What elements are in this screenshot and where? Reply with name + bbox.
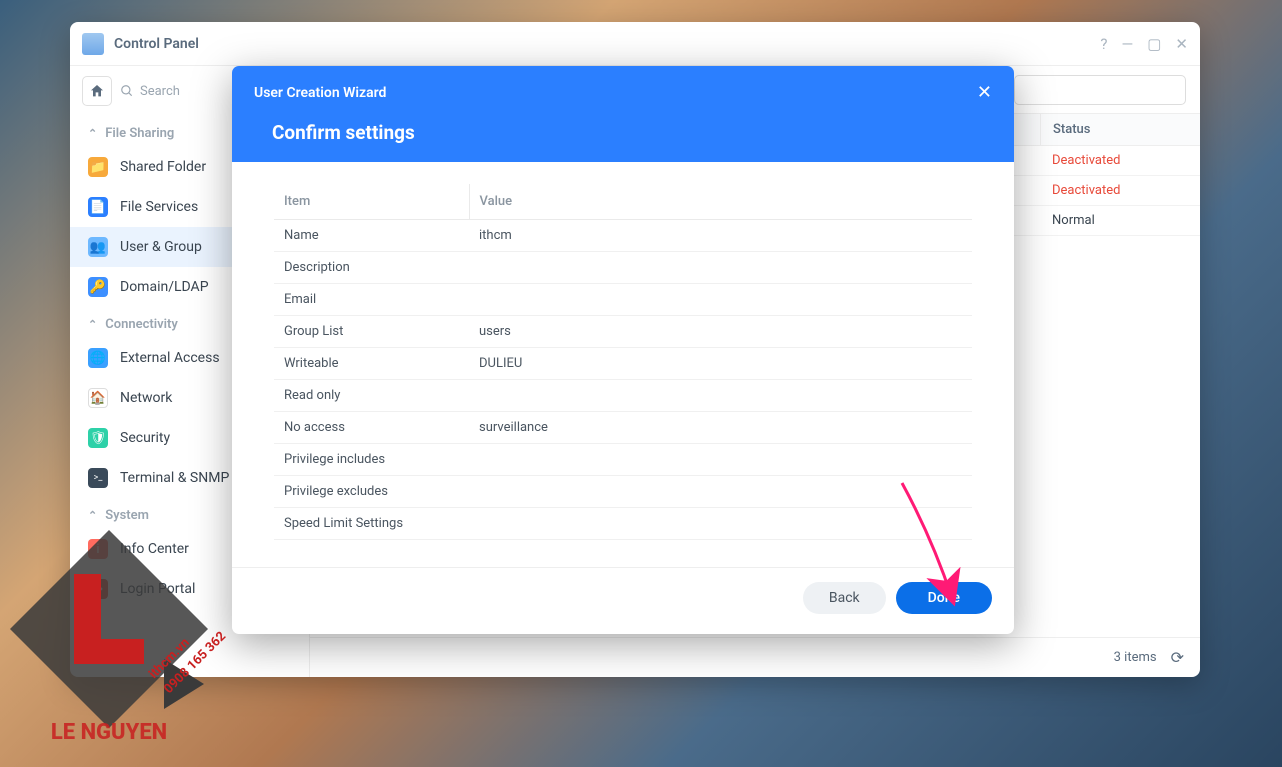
window-header: Control Panel ? — ▢ ✕	[70, 22, 1200, 66]
table-row: No accesssurveillance	[274, 412, 972, 444]
maximize-icon[interactable]: ▢	[1147, 35, 1161, 53]
external-access-icon: 🌐	[88, 348, 108, 368]
value-cell: DULIEU	[469, 348, 972, 380]
modal-close-icon[interactable]: ✕	[977, 82, 992, 103]
main-footer: 3 items ⟳	[310, 637, 1200, 677]
table-row: Privilege includes	[274, 444, 972, 476]
item-count: 3 items	[1114, 650, 1157, 665]
terminal-icon: >_	[88, 468, 108, 488]
value-cell: ithcm	[469, 220, 972, 252]
item-cell: Privilege includes	[274, 444, 469, 476]
status-cell: Normal	[1040, 206, 1200, 235]
item-cell: Privilege excludes	[274, 476, 469, 508]
value-cell: users	[469, 316, 972, 348]
item-cell: Email	[274, 284, 469, 316]
value-cell	[469, 284, 972, 316]
back-button[interactable]: Back	[803, 582, 886, 614]
table-row: Read only	[274, 380, 972, 412]
table-row: Privilege excludes	[274, 476, 972, 508]
search-placeholder: Search	[140, 84, 180, 99]
value-cell	[469, 444, 972, 476]
search-icon	[120, 84, 134, 98]
value-cell	[469, 476, 972, 508]
status-cell: Deactivated	[1040, 176, 1200, 205]
file-services-icon: 📄	[88, 197, 108, 217]
value-cell: surveillance	[469, 412, 972, 444]
table-row: Nameithcm	[274, 220, 972, 252]
svg-text:LE NGUYEN: LE NGUYEN	[51, 720, 167, 745]
item-cell: No access	[274, 412, 469, 444]
col-item: Item	[274, 184, 469, 220]
col-value: Value	[469, 184, 972, 220]
user-creation-wizard-modal: User Creation Wizard ✕ Confirm settings …	[232, 66, 1014, 634]
column-status[interactable]: Status	[1040, 114, 1200, 145]
close-icon[interactable]: ✕	[1175, 35, 1188, 53]
table-row: Description	[274, 252, 972, 284]
domain-icon: 🔑	[88, 277, 108, 297]
modal-footer: Back Done	[232, 567, 1014, 634]
window-title: Control Panel	[114, 36, 1100, 52]
folder-icon: 📁	[88, 157, 108, 177]
modal-title: User Creation Wizard	[254, 85, 386, 101]
item-cell: Name	[274, 220, 469, 252]
chevron-down-icon: ⌃	[88, 509, 97, 522]
shield-icon: 🛡	[88, 428, 108, 448]
chevron-down-icon: ⌃	[88, 318, 97, 331]
modal-heading: Confirm settings	[254, 121, 992, 144]
login-icon: ➜	[88, 579, 108, 599]
status-cell: Deactivated	[1040, 146, 1200, 175]
table-row: Email	[274, 284, 972, 316]
item-cell: Group List	[274, 316, 469, 348]
control-panel-icon	[82, 33, 104, 55]
item-cell: Description	[274, 252, 469, 284]
minimize-icon[interactable]: —	[1122, 35, 1134, 53]
user-search-input[interactable]	[1014, 75, 1186, 105]
help-icon[interactable]: ?	[1100, 35, 1107, 53]
table-row: WriteableDULIEU	[274, 348, 972, 380]
table-row: Speed Limit Settings	[274, 508, 972, 540]
value-cell	[469, 252, 972, 284]
item-cell: Writeable	[274, 348, 469, 380]
modal-body: Item Value NameithcmDescriptionEmailGrou…	[232, 162, 1014, 567]
value-cell	[469, 380, 972, 412]
done-button[interactable]: Done	[896, 582, 992, 614]
item-cell: Speed Limit Settings	[274, 508, 469, 540]
confirm-settings-table: Item Value NameithcmDescriptionEmailGrou…	[274, 184, 972, 540]
chevron-down-icon: ⌃	[88, 127, 97, 140]
refresh-icon[interactable]: ⟳	[1171, 648, 1184, 667]
window-controls: ? — ▢ ✕	[1100, 35, 1188, 53]
home-button[interactable]	[82, 76, 112, 106]
table-row: Group Listusers	[274, 316, 972, 348]
info-icon: i	[88, 539, 108, 559]
modal-header: User Creation Wizard ✕ Confirm settings	[232, 66, 1014, 162]
value-cell	[469, 508, 972, 540]
item-cell: Read only	[274, 380, 469, 412]
user-group-icon: 👥	[88, 237, 108, 257]
network-icon: 🏠	[88, 388, 108, 408]
